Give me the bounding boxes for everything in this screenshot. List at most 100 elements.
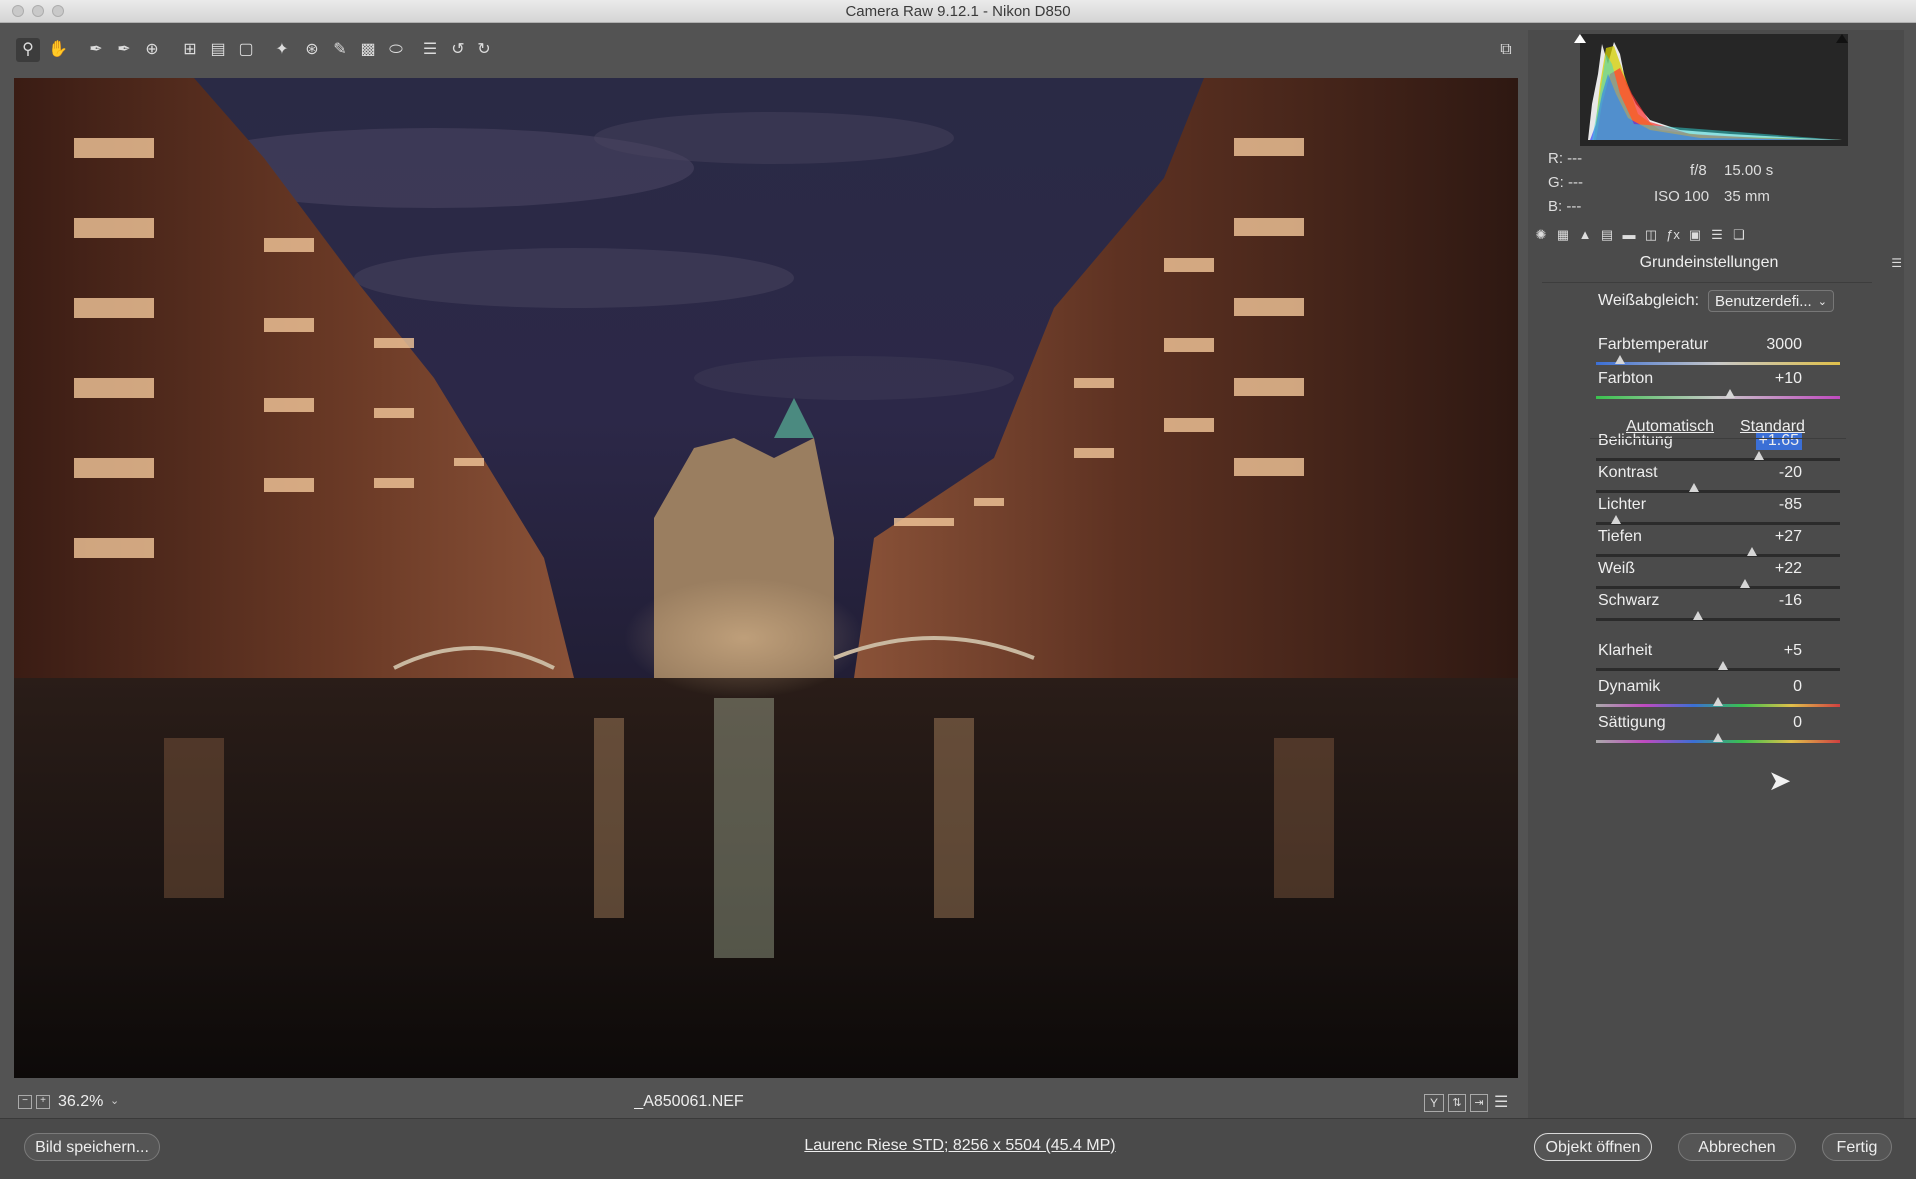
spot-removal-tool-icon[interactable]: ✦ (270, 38, 294, 62)
zoom-tool-icon[interactable]: ⚲ (16, 38, 40, 62)
slider-label: Lichter (1598, 496, 1647, 513)
red-eye-tool-icon[interactable]: ⊛ (300, 38, 324, 62)
aperture: f/8 (1690, 162, 1707, 179)
slider-track[interactable] (1596, 618, 1840, 621)
slider-label: Tiefen (1598, 528, 1642, 545)
footer-bar: Bild speichern... Laurenc Riese STD; 825… (0, 1118, 1916, 1179)
window-title: Camera Raw 9.12.1 - Nikon D850 (845, 3, 1071, 20)
slider-value[interactable]: +22 (1775, 560, 1802, 578)
slider-label: Schwarz (1598, 592, 1660, 609)
focal-length: 35 mm (1724, 188, 1770, 205)
slider-thumb[interactable] (1754, 451, 1765, 460)
slider-track[interactable] (1596, 554, 1840, 557)
slider-track[interactable] (1596, 362, 1840, 365)
before-after-toggle-icon[interactable]: Y (1424, 1094, 1444, 1112)
highlight-clip-warning-icon[interactable] (1836, 34, 1848, 43)
default-link[interactable]: Standard (1740, 418, 1805, 436)
b-label: B: --- (1548, 198, 1582, 215)
filename: _A850061.NEF (634, 1093, 744, 1110)
slider-thumb[interactable] (1610, 515, 1621, 524)
chevron-down-icon: ⌄ (1817, 296, 1827, 308)
open-object-button[interactable]: Objekt öffnen (1534, 1133, 1652, 1161)
slider-value[interactable]: -16 (1779, 592, 1802, 610)
rotate-right-icon[interactable]: ↻ (472, 38, 496, 62)
histogram (1574, 34, 1848, 146)
radial-filter-icon[interactable]: ⬭ (384, 38, 408, 62)
copy-settings-icon[interactable]: ⇥ (1470, 1094, 1488, 1112)
lens-tab-icon[interactable]: ◫ (1642, 226, 1660, 244)
shutter-speed: 15.00 s (1724, 162, 1774, 179)
slider-thumb[interactable] (1615, 355, 1626, 364)
crop-tool-icon[interactable]: ⊞ (178, 38, 202, 62)
slider-label: Weiß (1598, 560, 1636, 577)
slider-value[interactable]: 3000 (1766, 336, 1802, 354)
g-label: G: --- (1548, 174, 1584, 191)
panel-menu-icon[interactable]: ☰ (1891, 256, 1902, 270)
white-balance-dropdown[interactable]: Benutzerdefi... ⌄ (1708, 290, 1834, 312)
presets-tab-icon[interactable]: ☰ (1708, 226, 1726, 244)
toolbar: ⚲ ✋ ✒ ✒ ⊕ ⊞ ▤ ▢ ✦ ⊛ ✎ ▩ ⬭ ☰ ↺ ↻ ⧉ (12, 30, 1522, 70)
slider-track[interactable] (1596, 396, 1840, 399)
hsl-tab-icon[interactable]: ▤ (1598, 226, 1616, 244)
status-bar: − + 36.2% ⌄ _A850061.NEF Y ⇅ ⇥ ☰ (12, 1090, 1522, 1116)
slider-value[interactable]: +27 (1775, 528, 1802, 546)
slider-track[interactable] (1596, 490, 1840, 493)
slider-label: Farbtemperatur (1598, 336, 1709, 353)
slider-label: Sättigung (1598, 714, 1666, 731)
adjustment-brush-icon[interactable]: ✎ (328, 38, 352, 62)
straighten-tool-icon[interactable]: ▤ (206, 38, 230, 62)
fullscreen-toggle-icon[interactable]: ⧉ (1494, 38, 1518, 62)
mouse-cursor-icon: ➤ (1768, 765, 1792, 796)
iso: ISO 100 (1654, 188, 1710, 205)
panel-tabs: ✺ ▦ ▲ ▤ ▬ ◫ ƒx ▣ ☰ ❏ (1532, 226, 1904, 246)
slider-thumb[interactable] (1688, 483, 1699, 492)
camera-calibration-tab-icon[interactable]: ▣ (1686, 226, 1704, 244)
effects-tab-icon[interactable]: ƒx (1664, 226, 1682, 244)
detail-tab-icon[interactable]: ▲ (1576, 226, 1594, 244)
split-toning-tab-icon[interactable]: ▬ (1620, 226, 1638, 244)
slider-track[interactable] (1596, 522, 1840, 525)
slider-value[interactable]: -85 (1779, 496, 1802, 514)
slider-value[interactable]: -20 (1779, 464, 1802, 482)
slider-value[interactable]: 0 (1793, 678, 1802, 696)
basic-tab-icon[interactable]: ✺ (1532, 226, 1550, 244)
slider-value[interactable]: +10 (1775, 370, 1802, 388)
hand-tool-icon[interactable]: ✋ (46, 38, 70, 62)
rotate-left-icon[interactable]: ↺ (446, 38, 470, 62)
title-bar: Camera Raw 9.12.1 - Nikon D850 (0, 0, 1916, 23)
panel-title: Grundeinstellungen (1639, 254, 1779, 271)
auto-link[interactable]: Automatisch (1626, 418, 1714, 436)
divider (1542, 282, 1872, 283)
tone-curve-tab-icon[interactable]: ▦ (1554, 226, 1572, 244)
cancel-button[interactable]: Abbrechen (1678, 1133, 1796, 1161)
slider-label: Kontrast (1598, 464, 1658, 481)
slider-value[interactable]: 0 (1793, 714, 1802, 732)
snapshots-tab-icon[interactable]: ❏ (1730, 226, 1748, 244)
slider-thumb[interactable] (1739, 579, 1750, 588)
white-balance-tool-icon[interactable]: ✒ (84, 38, 108, 62)
wb-label: Weißabgleich: (1598, 292, 1700, 309)
photo-canvas (14, 78, 1518, 1078)
transform-tool-icon[interactable]: ▢ (234, 38, 258, 62)
slider-thumb[interactable] (1747, 547, 1758, 556)
slider-thumb[interactable] (1725, 389, 1736, 398)
slider-thumb[interactable] (1717, 661, 1728, 670)
slider-track[interactable] (1596, 458, 1840, 461)
slider-thumb[interactable] (1713, 733, 1723, 742)
slider-track[interactable] (1596, 586, 1840, 589)
slider-thumb[interactable] (1693, 611, 1704, 620)
graduated-filter-icon[interactable]: ▩ (356, 38, 380, 62)
done-button[interactable]: Fertig (1822, 1133, 1892, 1161)
divider (1590, 438, 1846, 439)
preview-prefs-icon[interactable]: ☰ (1494, 1092, 1508, 1112)
presets-icon[interactable]: ☰ (418, 38, 442, 62)
shadow-clip-warning-icon[interactable] (1574, 34, 1586, 43)
color-sampler-tool-icon[interactable]: ✒ (112, 38, 136, 62)
slider-thumb[interactable] (1713, 697, 1723, 706)
histogram-graph (1588, 42, 1842, 140)
image-preview[interactable] (14, 78, 1518, 1078)
slider-value[interactable]: +5 (1784, 642, 1802, 660)
swap-settings-icon[interactable]: ⇅ (1448, 1094, 1466, 1112)
slider-label: Dynamik (1598, 678, 1661, 695)
targeted-adjustment-tool-icon[interactable]: ⊕ (140, 38, 164, 62)
